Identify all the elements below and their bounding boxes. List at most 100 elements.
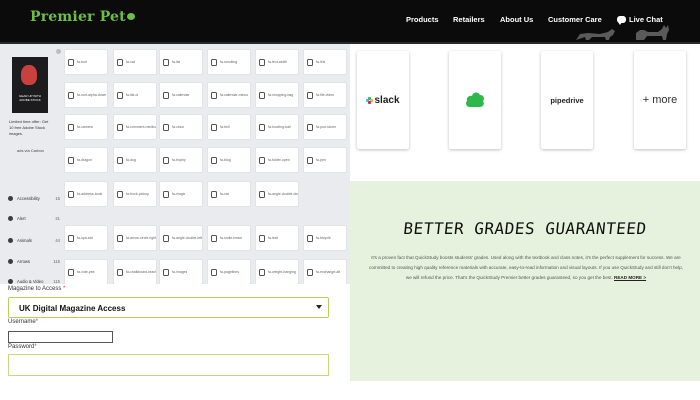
icon-tile[interactable]: fa-blog bbox=[207, 147, 251, 173]
icon-tile[interactable]: fa-images bbox=[159, 259, 203, 285]
icon-tile[interactable]: fa-vote-yea bbox=[64, 259, 108, 285]
ad-body-text[interactable]: Limited time offer: Get 10 free Adobe St… bbox=[9, 119, 49, 137]
icon-tile[interactable]: fa-list bbox=[159, 49, 203, 75]
icon-preview-icon bbox=[259, 58, 265, 66]
nav-about-us[interactable]: About Us bbox=[500, 15, 533, 24]
cloud-app-card[interactable] bbox=[449, 51, 501, 149]
icon-tile[interactable]: fa-bicycle bbox=[303, 225, 347, 251]
category-item[interactable]: Alert 21 bbox=[8, 212, 60, 224]
icon-tile[interactable]: fa-folder-open bbox=[255, 147, 299, 173]
icon-tile[interactable]: fa-truck-pickup bbox=[113, 181, 157, 207]
icon-tile[interactable]: fa-angle-double-down bbox=[255, 181, 299, 207]
icon-preview-icon bbox=[211, 123, 217, 131]
icon-tile-label: fa-truck-pickup bbox=[126, 192, 149, 196]
icon-tile-label: fa-vote-yea bbox=[77, 270, 95, 274]
icon-preview-icon bbox=[68, 156, 74, 164]
icon-tile[interactable]: fa-weight-hanging bbox=[255, 259, 299, 285]
category-item[interactable]: Accessibility 15 bbox=[8, 192, 60, 204]
close-ad-icon[interactable] bbox=[56, 49, 61, 54]
icon-tile[interactable]: fa-cloud bbox=[159, 114, 203, 140]
icon-tile-label: fa-poo-storm bbox=[316, 125, 336, 129]
icon-tile[interactable]: fa-spa-slot bbox=[64, 225, 108, 251]
icon-preview-icon bbox=[117, 123, 123, 131]
icon-tile[interactable]: fa-sort-alpha-down bbox=[64, 82, 108, 108]
icon-tile-label: fa-blog bbox=[220, 158, 231, 162]
icon-preview-icon bbox=[211, 190, 217, 198]
icon-tile-label: fa-folder-open bbox=[268, 158, 290, 162]
icon-tile-label: fa-shopping-bag bbox=[268, 93, 294, 97]
icon-tile[interactable]: fa-dog bbox=[113, 147, 157, 173]
category-icon bbox=[8, 237, 13, 243]
icon-tile[interactable]: fa-magic bbox=[159, 181, 203, 207]
icon-tile-label: fa-chalkboard-teacher bbox=[126, 270, 156, 274]
icon-preview-icon bbox=[68, 190, 74, 198]
more-integrations-label: + more bbox=[642, 94, 678, 106]
icon-tile[interactable]: fa-bowling-ball bbox=[255, 114, 299, 140]
pipedrive-card[interactable]: pipedrive bbox=[541, 51, 593, 149]
username-label: Username* bbox=[8, 319, 39, 325]
slack-card[interactable]: slack bbox=[357, 51, 409, 149]
icon-tile[interactable]: fa-poo-storm bbox=[303, 114, 347, 140]
icon-tile-label: fa-smoking bbox=[220, 60, 238, 64]
dog-cat-silhouette-icon bbox=[576, 25, 669, 40]
icon-preview-icon bbox=[163, 91, 169, 99]
category-item[interactable]: Animals 44 bbox=[8, 234, 60, 246]
read-more-link[interactable]: READ MORE > bbox=[614, 275, 646, 280]
category-item[interactable]: Arrows 115 bbox=[8, 255, 60, 267]
icon-preview-icon bbox=[211, 268, 217, 276]
live-chat-button[interactable]: Live Chat bbox=[617, 15, 663, 25]
category-icon bbox=[8, 278, 13, 284]
category-label: Animals bbox=[17, 237, 32, 243]
icon-tile[interactable]: fa-bolt bbox=[64, 49, 108, 75]
icon-preview-icon bbox=[68, 91, 74, 99]
icon-tile[interactable]: fa-camera bbox=[64, 114, 108, 140]
more-integrations-card[interactable]: + more bbox=[634, 51, 686, 149]
icon-tile-label: fa-angle-double-down bbox=[268, 192, 298, 196]
icon-tile[interactable]: fa-exchange-alt bbox=[303, 259, 347, 285]
icon-tile[interactable]: fa-arrow-circle-right bbox=[113, 225, 157, 251]
icon-preview-icon bbox=[211, 156, 217, 164]
icon-tile[interactable]: fa-bell bbox=[207, 114, 251, 140]
icon-tile[interactable]: fa-comment-medical bbox=[113, 114, 157, 140]
nav-customer-care[interactable]: Customer Care bbox=[548, 15, 602, 24]
icon-tile[interactable]: fa-trophy bbox=[159, 147, 203, 173]
magazine-select[interactable]: UK Digital Magazine Access bbox=[8, 297, 329, 318]
icon-preview-icon bbox=[259, 156, 265, 164]
icon-tile[interactable]: fa-file-video bbox=[303, 82, 347, 108]
icon-tile[interactable]: fa-link bbox=[303, 49, 347, 75]
category-label: Arrows bbox=[17, 258, 31, 264]
icon-tile[interactable]: fa-smile-beam bbox=[207, 225, 251, 251]
icon-tile[interactable]: fa-dragon bbox=[64, 147, 108, 173]
ad-image[interactable]: GEAR UP WITH ADOBE STOCK bbox=[12, 57, 48, 113]
nav-products[interactable]: Products bbox=[406, 15, 439, 24]
premier-pet-logo[interactable]: Premier Pet bbox=[30, 9, 135, 25]
username-input[interactable] bbox=[8, 331, 113, 343]
icon-tile-label: fa-magic bbox=[172, 192, 186, 196]
icon-tile[interactable]: fa-chalkboard-teacher bbox=[113, 259, 157, 285]
icon-tile[interactable]: fa-leaf bbox=[255, 225, 299, 251]
icon-tile-label: fa-list-ol bbox=[126, 93, 139, 97]
icon-preview-icon bbox=[117, 156, 123, 164]
password-input[interactable] bbox=[8, 354, 329, 376]
icon-preview-icon bbox=[211, 58, 217, 66]
icon-tile-label: fa-arrow-circle-right bbox=[126, 236, 156, 240]
carbon-ad[interactable]: GEAR UP WITH ADOBE STOCK bbox=[6, 49, 54, 181]
icon-tile[interactable]: fa-calendar-minus bbox=[207, 82, 251, 108]
icon-tile[interactable]: fa-cat bbox=[113, 49, 157, 75]
icon-tile[interactable]: fa-address-book bbox=[64, 181, 108, 207]
icon-tile[interactable]: fa-calendar bbox=[159, 82, 203, 108]
icon-tile[interactable]: fa-text-width bbox=[255, 49, 299, 75]
icon-tile[interactable]: fa-angle-double-left bbox=[159, 225, 203, 251]
icon-tile[interactable]: fa-car bbox=[207, 181, 251, 207]
icon-tile[interactable]: fa-smoking bbox=[207, 49, 251, 75]
nav-retailers[interactable]: Retailers bbox=[453, 15, 485, 24]
magazine-select-value: UK Digital Magazine Access bbox=[19, 304, 126, 313]
icon-tile[interactable]: fa-list-ol bbox=[113, 82, 157, 108]
icon-tile[interactable]: fa-pen bbox=[303, 147, 347, 173]
icon-tile[interactable]: fa-pagelines bbox=[207, 259, 251, 285]
icon-preview-icon bbox=[117, 58, 123, 66]
ad-credit-link[interactable]: ads via Carbon bbox=[17, 148, 44, 153]
icon-tile-label: fa-spa-slot bbox=[77, 236, 94, 240]
icon-tile[interactable]: fa-shopping-bag bbox=[255, 82, 299, 108]
icon-tile-label: fa-leaf bbox=[268, 236, 278, 240]
